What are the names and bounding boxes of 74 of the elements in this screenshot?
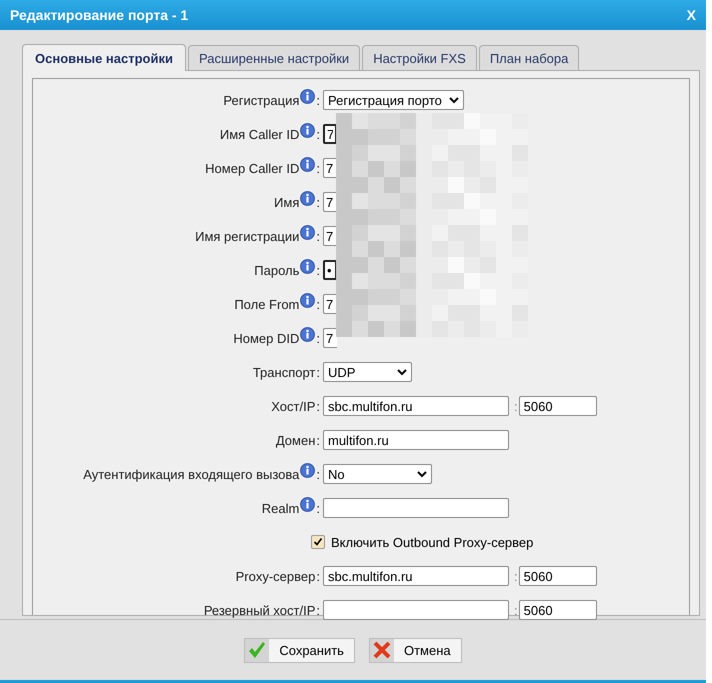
info-icon[interactable] — [300, 326, 316, 342]
info-icon[interactable] — [300, 258, 316, 274]
dropdown[interactable]: Регистрация порто — [323, 90, 464, 110]
cross-icon — [372, 640, 392, 660]
field-label: Имя Caller ID — [220, 126, 300, 142]
input-field[interactable]: 7 — [323, 158, 337, 178]
colon: : — [316, 296, 320, 312]
colon: : — [316, 126, 320, 142]
info-icon[interactable] — [300, 190, 316, 206]
chevron-icon — [397, 368, 407, 376]
field-label: Realm — [262, 500, 300, 516]
input-field[interactable]: 7 — [323, 226, 337, 246]
field-label: Номер Caller ID — [205, 160, 300, 176]
field-label: Домен — [276, 432, 316, 448]
input-field[interactable]: 7 — [323, 328, 337, 348]
tab[interactable]: Основные настройки — [22, 44, 186, 71]
field-label: Резервный хост/IP — [204, 602, 316, 618]
field-label: Регистрация — [223, 92, 300, 108]
colon: : — [316, 194, 320, 210]
dropdown[interactable]: UDP — [323, 362, 412, 382]
tab[interactable]: Настройки FXS — [362, 45, 477, 70]
checkbox[interactable] — [311, 535, 325, 549]
field-label: Номер DID — [233, 330, 300, 346]
input-field[interactable] — [323, 600, 509, 620]
field-label: Поле From — [234, 296, 300, 312]
cancel-button[interactable]: Отмена — [368, 638, 462, 662]
chevron-icon — [449, 96, 459, 104]
info-icon[interactable] — [300, 88, 316, 104]
save-button[interactable]: Сохранить — [244, 638, 355, 662]
colon: : — [316, 568, 320, 584]
colon: : — [316, 432, 320, 448]
colon: : — [316, 262, 320, 278]
colon: : — [316, 330, 320, 346]
colon: : — [316, 602, 320, 618]
tab[interactable]: Расширенные настройки — [188, 45, 360, 70]
tab[interactable]: План набора — [478, 45, 580, 70]
colon: : — [316, 398, 320, 414]
input-field[interactable]: 7 — [323, 294, 337, 314]
colon: : — [316, 92, 320, 108]
input-field[interactable] — [323, 498, 509, 518]
field-label: Proxy-сервер — [236, 568, 316, 584]
colon: : — [514, 568, 518, 584]
input-field[interactable]: sbc.multifon.ru — [323, 566, 509, 586]
port-field[interactable]: 5060 — [518, 566, 597, 586]
chevron-icon — [417, 470, 427, 478]
info-icon[interactable] — [300, 462, 316, 478]
port-field[interactable]: 5060 — [518, 600, 597, 620]
field-label: Имя — [274, 194, 300, 210]
field-label: Пароль — [254, 262, 300, 278]
info-icon[interactable] — [300, 224, 316, 240]
input-field[interactable]: • — [323, 260, 337, 280]
colon: : — [316, 466, 320, 482]
info-icon[interactable] — [300, 496, 316, 512]
colon: : — [316, 364, 320, 380]
input-field[interactable]: 7 — [323, 192, 337, 212]
port-field[interactable]: 5060 — [518, 396, 597, 416]
input-field[interactable]: multifon.ru — [323, 430, 509, 450]
field-label: Хост/IP — [271, 398, 316, 414]
checkmark-icon — [247, 640, 268, 660]
colon: : — [514, 398, 518, 414]
checkbox-label: Включить Outbound Proxy-сервер — [331, 534, 534, 550]
dropdown[interactable]: No — [323, 464, 432, 484]
colon: : — [316, 228, 320, 244]
info-icon[interactable] — [300, 156, 316, 172]
colon: : — [316, 500, 320, 516]
field-label: Имя регистрации — [195, 228, 300, 244]
colon: : — [316, 160, 320, 176]
info-icon[interactable] — [300, 292, 316, 308]
field-label: Аутентификация входящего вызова — [83, 466, 300, 482]
info-icon[interactable] — [300, 122, 316, 138]
field-label: Транспорт — [252, 364, 316, 380]
input-field[interactable]: sbc.multifon.ru — [323, 396, 509, 416]
window-title: Редактирование порта - 1 — [10, 7, 188, 23]
colon: : — [514, 602, 518, 618]
